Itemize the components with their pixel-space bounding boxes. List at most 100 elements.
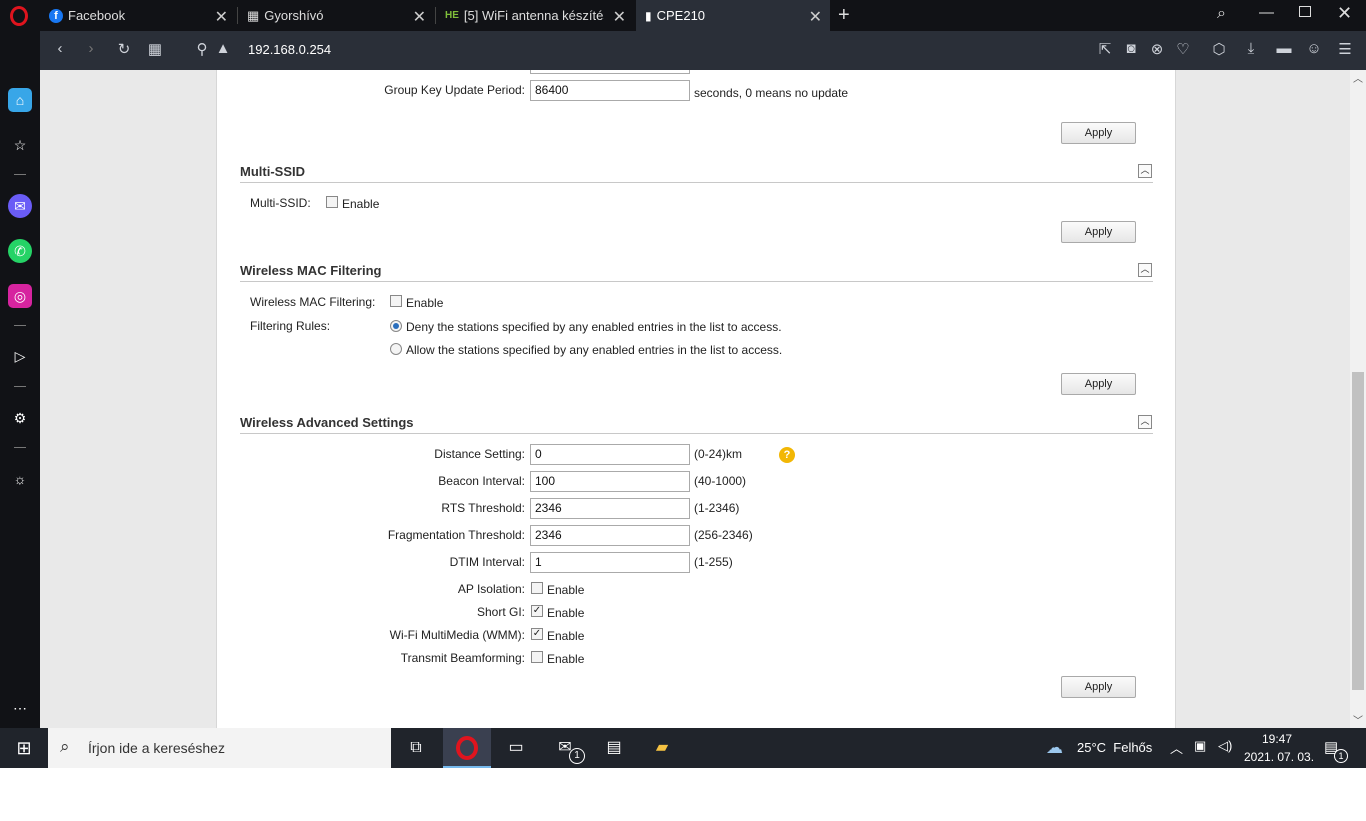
player-icon[interactable]: ▷ — [8, 344, 32, 368]
windows-start-icon[interactable]: ⊞ — [12, 736, 36, 760]
section-title-mac-filtering: Wireless MAC Filtering — [240, 263, 382, 278]
tray-chevron-icon[interactable]: ︿ — [1170, 738, 1183, 757]
site-info-icon[interactable]: ⚲ — [192, 40, 212, 58]
ap-isolation-label: AP Isolation: — [457, 582, 525, 596]
dtim-input[interactable]: 1 — [530, 552, 690, 573]
short-gi-checkbox[interactable]: ✓ — [531, 605, 543, 617]
calculator-icon[interactable]: ▤ — [602, 736, 626, 760]
rts-hint: (1-2346) — [694, 501, 740, 515]
multi-ssid-checkbox[interactable] — [326, 196, 338, 208]
notification-badge: 1 — [1334, 749, 1348, 763]
minimize-icon[interactable]: — — [1259, 4, 1274, 21]
apply-button[interactable]: Apply — [1061, 221, 1136, 243]
beacon-hint: (40-1000) — [694, 474, 747, 488]
rts-input[interactable]: 2346 — [530, 498, 690, 519]
help-icon[interactable]: ? — [779, 447, 795, 463]
tab-facebook[interactable]: f Facebook ✕ — [40, 0, 236, 31]
whatsapp-icon[interactable]: ✆ — [8, 239, 32, 263]
distance-label: Distance Setting: — [434, 447, 525, 461]
instagram-icon[interactable]: ◎ — [8, 284, 32, 308]
home-icon[interactable]: ⌂ — [8, 88, 32, 112]
clock-date[interactable]: 2021. 07. 03. — [1244, 750, 1314, 764]
tab-speed-dial[interactable]: ▦ Gyorshívó ✕ — [238, 0, 434, 31]
frag-input[interactable]: 2346 — [530, 525, 690, 546]
url-field[interactable]: 192.168.0.254 — [248, 42, 331, 57]
search-tabs-icon[interactable]: ⌕ — [1217, 5, 1226, 23]
group-key-input[interactable]: 86400 — [530, 80, 690, 101]
beamforming-label: Transmit Beamforming: — [400, 651, 525, 665]
collapse-icon[interactable]: ︿ — [1138, 164, 1152, 178]
file-explorer-icon[interactable]: ▰ — [650, 736, 674, 760]
opera-taskbar-icon[interactable] — [443, 728, 491, 768]
clock-time[interactable]: 19:47 — [1262, 732, 1292, 746]
taskbar-search[interactable]: ⌕ Írjon ide a kereséshez — [48, 728, 391, 768]
search-placeholder: Írjon ide a kereséshez — [88, 740, 225, 756]
allow-label: Allow the stations specified by any enab… — [406, 343, 783, 357]
filtering-rules-label: Filtering Rules: — [250, 319, 331, 333]
forward-icon[interactable]: › — [81, 40, 101, 57]
heart-icon[interactable]: ♡ — [1173, 40, 1193, 58]
tabs-grid-icon[interactable]: ▦ — [145, 40, 165, 58]
deny-radio[interactable] — [390, 320, 402, 332]
scroll-down-icon[interactable]: ﹀ — [1353, 712, 1363, 727]
tab-wifi-antenna[interactable]: HE [5] WiFi antenna készítés - I ✕ — [436, 0, 634, 31]
tab-cpe210[interactable]: ▮ CPE210 ✕ — [636, 0, 830, 31]
close-icon[interactable]: ✕ — [413, 7, 426, 27]
close-icon[interactable]: ✕ — [215, 7, 228, 27]
share-icon[interactable]: ⇱ — [1095, 40, 1115, 58]
network-icon[interactable]: ▣ — [1194, 738, 1206, 754]
allow-radio[interactable] — [390, 343, 402, 355]
close-window-icon[interactable]: ✕ — [1337, 3, 1352, 24]
collapse-icon[interactable]: ︿ — [1138, 415, 1152, 429]
scroll-up-icon[interactable]: ︿ — [1353, 70, 1363, 85]
tab-bar: f Facebook ✕ ▦ Gyorshívó ✕ HE [5] WiFi a… — [0, 0, 1366, 31]
deny-label: Deny the stations specified by any enabl… — [406, 320, 782, 334]
close-icon[interactable]: ✕ — [613, 7, 626, 27]
browser-sidebar: ⌂ ☆ ✉ ✆ ◎ ▷ ⚙ ☼ ⋯ — [0, 31, 40, 728]
task-view-icon[interactable]: ⧉ — [404, 736, 428, 760]
collapse-icon[interactable]: ︿ — [1138, 263, 1152, 277]
warning-icon[interactable]: ▲ — [213, 40, 233, 57]
enable-label: Enable — [342, 197, 380, 211]
settings-gear-icon[interactable]: ⚙ — [8, 406, 32, 430]
page-icon: ▮ — [645, 8, 652, 23]
weather-icon[interactable]: ☁ — [1046, 738, 1063, 758]
account-icon[interactable]: ☺ — [1304, 40, 1324, 57]
opera-logo-icon[interactable] — [10, 6, 28, 26]
apply-button[interactable]: Apply — [1061, 676, 1136, 698]
mail-badge: 1 — [569, 748, 585, 764]
tab-label: CPE210 — [656, 8, 706, 23]
reload-icon[interactable]: ↻ — [114, 40, 134, 58]
apply-button[interactable]: Apply — [1061, 373, 1136, 395]
cube-icon[interactable]: ⬡ — [1209, 40, 1229, 58]
camera-icon[interactable]: ◙ — [1121, 40, 1141, 57]
group-key-label: Group Key Update Period: — [384, 83, 525, 97]
restore-icon[interactable] — [1299, 6, 1311, 17]
battery-icon[interactable]: ▬ — [1274, 40, 1294, 57]
weather-text[interactable]: 25°C Felhős — [1077, 740, 1152, 755]
mac-filtering-checkbox[interactable] — [390, 295, 402, 307]
lightbulb-icon[interactable]: ☼ — [8, 467, 32, 491]
menu-icon[interactable]: ☰ — [1335, 40, 1355, 58]
scrollbar-thumb[interactable] — [1352, 372, 1364, 690]
adblock-icon[interactable]: ⊗ — [1147, 40, 1167, 58]
back-icon[interactable]: ‹ — [50, 40, 70, 57]
beamforming-checkbox[interactable] — [531, 651, 543, 663]
beacon-input[interactable]: 100 — [530, 471, 690, 492]
partial-input[interactable] — [530, 70, 690, 74]
close-icon[interactable]: ✕ — [809, 7, 822, 27]
ap-isolation-checkbox[interactable] — [531, 582, 543, 594]
wmm-label: Wi-Fi MultiMedia (WMM): — [389, 628, 525, 642]
new-tab-plus-icon[interactable]: + — [838, 4, 850, 27]
more-dots-icon[interactable]: ⋯ — [8, 696, 32, 720]
wmm-checkbox[interactable]: ✓ — [531, 628, 543, 640]
distance-input[interactable]: 0 — [530, 444, 690, 465]
tab-label: Facebook — [68, 8, 126, 23]
apply-button[interactable]: Apply — [1061, 122, 1136, 144]
computer-icon[interactable]: ▭ — [504, 736, 528, 760]
messenger-icon[interactable]: ✉ — [8, 194, 32, 218]
bookmark-icon[interactable]: ☆ — [8, 133, 32, 157]
dtim-label: DTIM Interval: — [449, 555, 525, 569]
volume-icon[interactable]: ◁) — [1218, 738, 1232, 754]
download-icon[interactable]: ⤓ — [1241, 40, 1261, 57]
